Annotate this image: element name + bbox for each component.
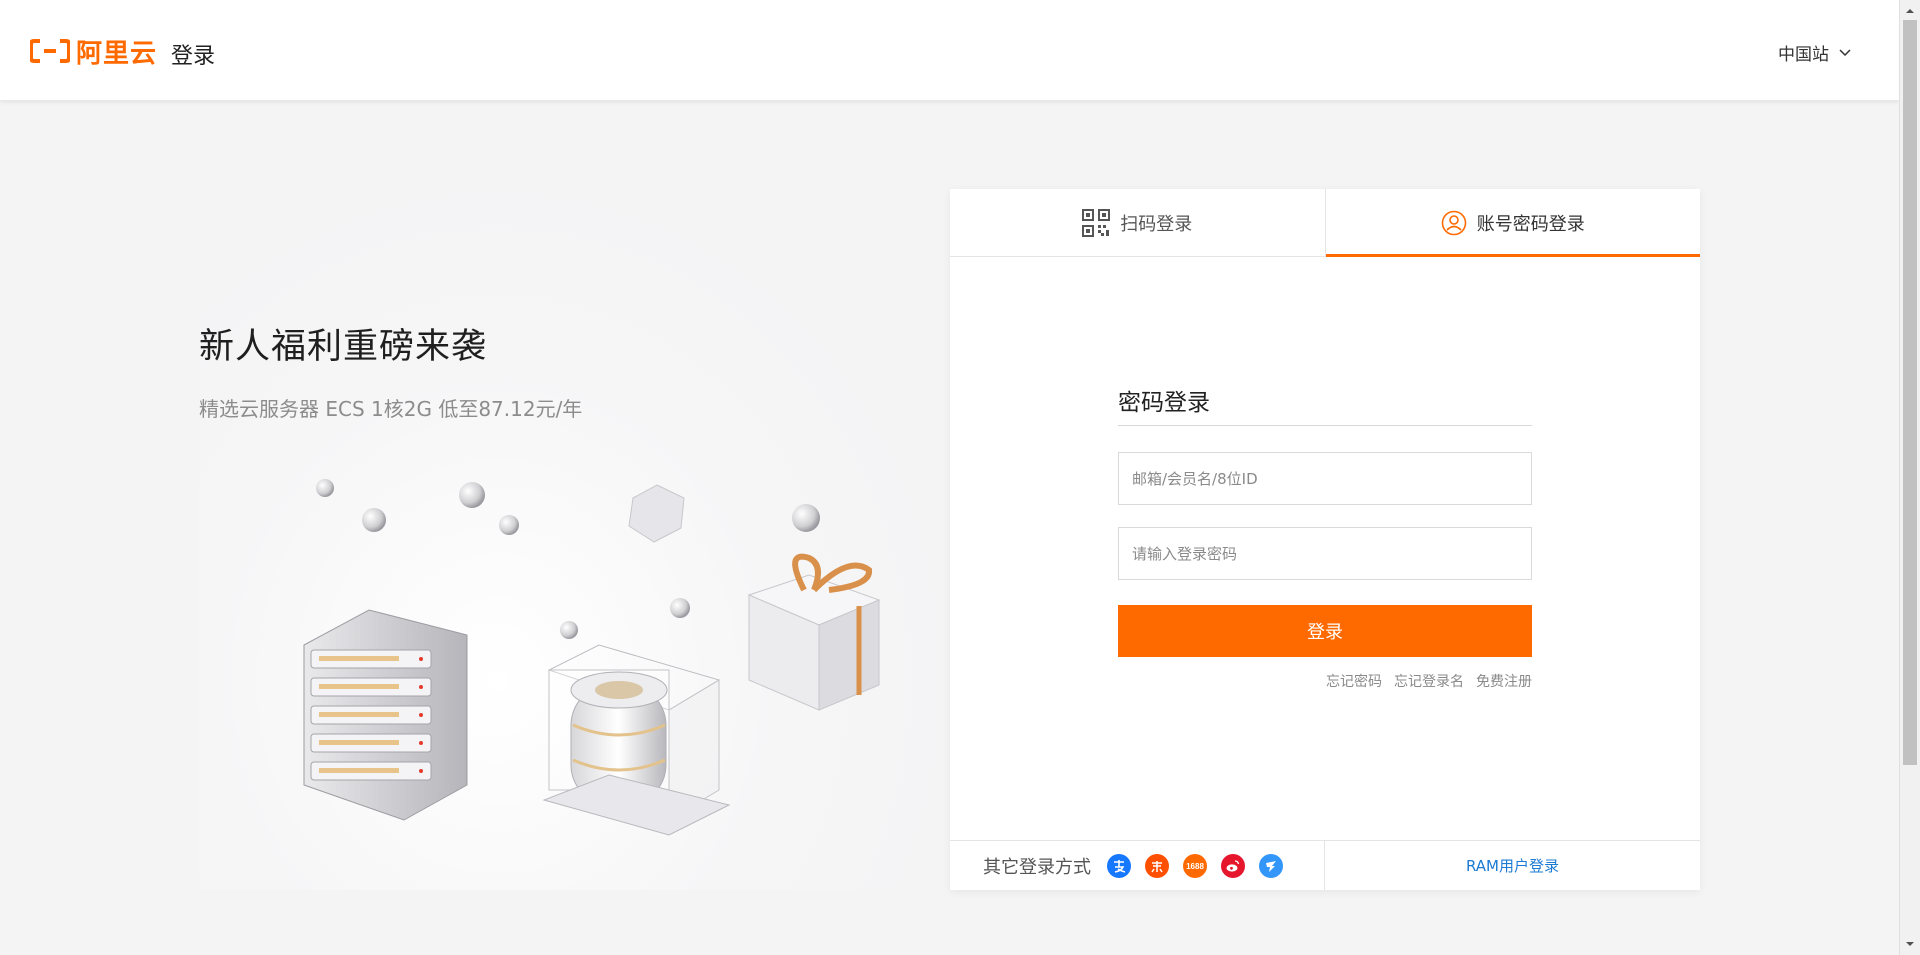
account-input[interactable] [1119,453,1531,504]
register-link[interactable]: 免费注册 [1476,671,1532,691]
ram-login-area: RAM用户登录 [1325,841,1700,890]
panel-footer: 其它登录方式 1688 RAM用户登录 [950,840,1700,890]
tab-qr-label: 扫码登录 [1120,213,1193,235]
login-tabs: 扫码登录 账号密码登录 [950,189,1700,257]
weibo-icon[interactable] [1221,853,1245,878]
tab-password-login[interactable]: 账号密码登录 [1325,189,1701,257]
account-field[interactable] [1118,452,1532,505]
promo-banner[interactable]: 新人福利重磅来袭 精选云服务器 ECS 1核2G 低至87.12元/年 [199,190,944,890]
region-selector[interactable]: 中国站 [1778,40,1853,65]
aliyun-logo[interactable]: 阿里云 [30,37,157,69]
login-button[interactable]: 登录 [1118,605,1532,657]
dingtalk-icon[interactable] [1259,853,1283,878]
tab-qr-login[interactable]: 扫码登录 [950,189,1326,256]
tab-password-label: 账号密码登录 [1476,213,1585,235]
promo-title: 新人福利重磅来袭 [199,327,488,367]
scroll-down-arrow-icon[interactable] [1900,935,1920,953]
forgot-password-link[interactable]: 忘记密码 [1326,671,1382,691]
promo-illustration [303,479,881,836]
other-methods-label: 其它登录方式 [983,856,1091,878]
form-links: 忘记密码 忘记登录名 免费注册 [1118,671,1532,691]
ram-login-link[interactable]: RAM用户登录 [1466,855,1559,876]
scrollbar-thumb[interactable] [1903,20,1917,765]
qr-code-icon [1082,208,1111,237]
promo-subtitle: 精选云服务器 ECS 1核2G 低至87.12元/年 [199,397,583,421]
password-input[interactable] [1119,528,1531,579]
logo-text: 阿里云 [76,38,158,69]
region-label: 中国站 [1778,45,1829,65]
taobao-icon[interactable] [1145,853,1169,878]
password-login-form: 密码登录 登录 忘记密码 忘记登录名 免费注册 [1118,383,1532,691]
page-scrollbar[interactable] [1899,0,1920,955]
login-panel: 扫码登录 账号密码登录 密码登录 登录 忘记密码 忘记登录名 免费注册 [950,189,1700,890]
aliyun-logo-icon [30,39,70,63]
password-field[interactable] [1118,527,1532,580]
other-login-methods: 其它登录方式 1688 [950,841,1325,890]
alipay-icon[interactable] [1107,853,1131,878]
page-title: 登录 [171,44,216,69]
form-title: 密码登录 [1118,383,1532,426]
scroll-up-arrow-icon[interactable] [1900,2,1920,20]
chevron-down-icon [1839,48,1851,56]
svg-text:1688: 1688 [1186,862,1204,871]
top-header: 阿里云 登录 中国站 [0,0,1899,101]
forgot-username-link[interactable]: 忘记登录名 [1394,671,1464,691]
1688-icon[interactable]: 1688 [1183,853,1207,878]
user-circle-icon [1441,210,1467,236]
